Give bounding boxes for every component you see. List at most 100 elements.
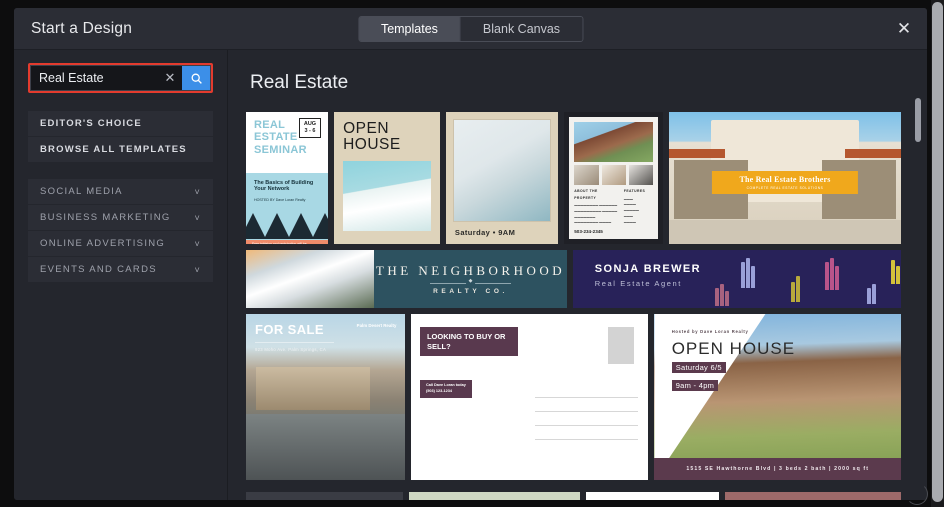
chevron-down-icon: ˅ [194,238,201,249]
sidebar-item-events-and-cards[interactable]: EVENTS AND CARDS ˅ [28,257,213,283]
sidebar-item-label: ONLINE ADVERTISING [40,238,166,249]
chevron-down-icon: ˅ [194,186,201,197]
template-row: THE NEIGHBORHOOD REALTY CO. SONJA BREWER… [246,250,901,308]
search-highlight: ✕ [28,63,213,93]
building-icon [790,276,801,307]
open-house-2-footer: 1515 SE Hawthorne Blvd | 3 beds 2 bath |… [654,458,901,480]
template-results-panel: Real Estate REAL ESTATE SEMINAR AUG 3 - … [228,50,927,500]
for-sale-address: 923 Moho Ave. Palm Springs, CA [255,347,327,352]
sidebar-item-label: BROWSE ALL TEMPLATES [40,144,187,155]
seminar-footer: Free tabletop and registration will be c… [246,239,329,244]
divider [255,342,335,343]
seminar-mid: The Basics of Building Your Network HOST… [246,172,329,208]
seminar-illustration: Free tabletop and registration will be c… [246,207,329,244]
postcard-headline-badge: LOOKING TO BUY OR SELL? [419,327,519,357]
sidebar-item-editors-choice[interactable]: EDITOR'S CHOICE [28,111,213,137]
content-scrollbar[interactable] [915,98,921,142]
search-icon [191,73,202,84]
template-card-buy-or-sell-postcard[interactable]: LOOKING TO BUY OR SELL? Call Dave Loran … [411,314,649,480]
page-scrollbar-thumb[interactable] [932,2,943,502]
template-card-real-estate-seminar[interactable]: REAL ESTATE SEMINAR AUG 3 - 6 The Basics… [246,112,329,244]
sidebar-primary-nav: EDITOR'S CHOICE BROWSE ALL TEMPLATES [14,111,227,163]
clear-search-icon[interactable]: ✕ [158,66,182,90]
postcard-call-badge: Call Dave Loran today (503) 123-1234 [419,380,472,398]
template-card-open-house[interactable]: OPEN HOUSE [334,112,440,244]
building-icon [824,258,840,295]
template-card-for-sale[interactable]: FOR SALE Palm Desert Realty 923 Moho Ave… [246,314,406,480]
for-sale-brand: Palm Desert Realty [356,323,397,328]
sidebar-item-social-media[interactable]: SOCIAL MEDIA ˅ [28,179,213,205]
sidebar-item-label: EVENTS AND CARDS [40,264,157,275]
seminar-meta: HOSTED BY Dave Loran Realty [254,197,306,202]
sidebar-item-browse-all-templates[interactable]: BROWSE ALL TEMPLATES [28,137,213,163]
template-card-partial[interactable] [246,492,404,500]
neighborhood-text: THE NEIGHBORHOOD REALTY CO. [374,250,566,308]
modal-header: Start a Design Templates Blank Canvas ✕ [14,8,927,50]
tab-templates[interactable]: Templates [358,16,460,41]
flyer-inner: ABOUT THE PROPERTY ▬▬▬▬▬▬▬▬ ▬▬▬▬▬▬ ▬▬▬▬▬… [569,117,659,239]
sidebar-category-nav: SOCIAL MEDIA ˅ BUSINESS MARKETING ˅ ONLI… [14,179,227,283]
template-card-open-house-hawthorne[interactable]: Hosted by Dave Loran Realty OPEN HOUSE S… [654,314,901,480]
page-scrollbar[interactable] [931,0,944,507]
sidebar-item-online-advertising[interactable]: ONLINE ADVERTISING ˅ [28,231,213,257]
stamp-placeholder [608,327,635,364]
start-a-design-modal: Start a Design Templates Blank Canvas ✕ … [14,8,927,500]
flyer-features-heading: FEATURES [623,189,646,194]
template-card-partial[interactable] [585,492,719,500]
flyer-about-heading: ABOUT THE PROPERTY [574,189,598,200]
divider [430,283,511,284]
template-row-partial [246,492,901,500]
flyer-phone: 503-234-2345 [574,229,603,234]
search-input[interactable] [31,66,158,90]
brothers-name: The Real Estate Brothers [739,175,831,185]
open-house-2-footer-text: 1515 SE Hawthorne Blvd | 3 beds 2 bath |… [686,466,870,473]
bedroom-photo [452,119,552,222]
template-card-partial[interactable] [724,492,901,500]
open-house-photo [343,160,431,231]
sidebar-item-label: BUSINESS MARKETING [40,212,171,223]
decorative-arc [906,483,928,505]
building-icon [866,284,877,308]
template-grid: REAL ESTATE SEMINAR AUG 3 - 6 The Basics… [246,112,901,500]
template-card-real-estate-brothers[interactable]: The Real Estate Brothers COMPLETE REAL E… [669,112,901,244]
template-card-property-flyer[interactable]: ABOUT THE PROPERTY ▬▬▬▬▬▬▬▬ ▬▬▬▬▬▬ ▬▬▬▬▬… [564,112,664,244]
view-tabs: Templates Blank Canvas [357,15,584,42]
tab-blank-canvas[interactable]: Blank Canvas [459,16,583,41]
sidebar-item-business-marketing[interactable]: BUSINESS MARKETING ˅ [28,205,213,231]
postcard-call-line2: (503) 123-1234 [425,389,452,394]
app-window: Start a Design Templates Blank Canvas ✕ … [0,0,944,507]
template-card-the-neighborhood[interactable]: THE NEIGHBORHOOD REALTY CO. [246,250,567,308]
sidebar-item-label: EDITOR'S CHOICE [40,118,142,129]
building-icon [890,260,901,289]
flyer-hero-photo [574,122,654,162]
template-card-saturday-9am[interactable]: Saturday • 9AM [445,112,559,244]
open-house-2-time: 9am - 4pm [671,380,719,392]
seminar-badge-month: AUG [303,121,317,127]
template-row: REAL ESTATE SEMINAR AUG 3 - 6 The Basics… [246,112,901,244]
open-house-title: OPEN HOUSE [343,120,401,153]
search-box: ✕ [30,65,211,91]
chevron-down-icon: ˅ [194,212,201,223]
neighborhood-line1: THE NEIGHBORHOOD [375,263,566,278]
bedroom-caption: Saturday • 9AM [454,228,516,237]
brothers-tagline: COMPLETE REAL ESTATE SOLUTIONS [746,186,824,191]
seminar-subtitle: The Basics of Building Your Network [254,179,314,192]
sidebar-item-label: SOCIAL MEDIA [40,186,123,197]
brothers-banner: The Real Estate Brothers COMPLETE REAL E… [711,171,859,195]
open-house-2-title: OPEN HOUSE [671,338,796,358]
flyer-thumbnails [574,164,654,186]
search-button[interactable] [182,66,210,90]
sidebar: ✕ EDITOR'S CHOICE BROWS [14,50,228,500]
modal-body: ✕ EDITOR'S CHOICE BROWS [14,50,927,500]
postcard-headline: LOOKING TO BUY OR SELL? [426,332,506,351]
neighborhood-line2: REALTY CO. [433,288,508,295]
building-icon [740,258,756,293]
chevron-down-icon: ˅ [194,264,201,275]
results-heading: Real Estate [250,72,349,93]
building-icon [714,284,730,308]
seminar-top: REAL ESTATE SEMINAR AUG 3 - 6 [246,112,329,173]
flyer-body: ABOUT THE PROPERTY ▬▬▬▬▬▬▬▬ ▬▬▬▬▬▬ ▬▬▬▬▬… [574,188,653,226]
close-icon[interactable]: ✕ [891,16,917,42]
template-card-sonja-brewer[interactable]: SONJA BREWER Real Estate Agent [572,250,901,308]
template-card-partial[interactable] [409,492,580,500]
